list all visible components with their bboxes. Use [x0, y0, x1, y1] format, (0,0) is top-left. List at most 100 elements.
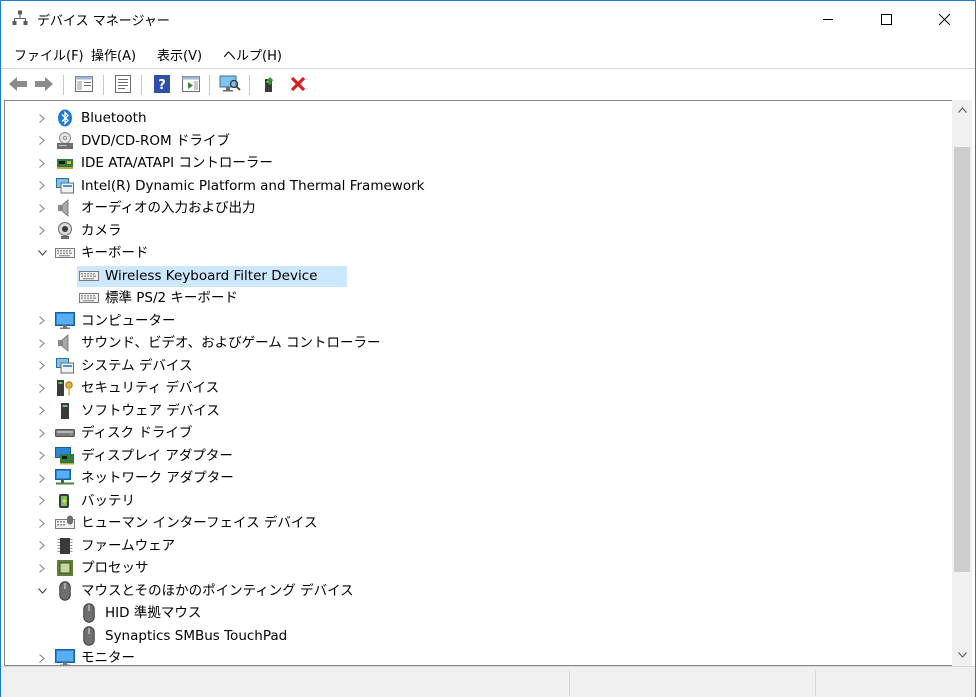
chevron-right-icon[interactable]: [36, 512, 48, 534]
tree-device[interactable]: 標準 PS/2 キーボード: [5, 287, 945, 309]
vertical-scrollbar[interactable]: [952, 100, 972, 666]
security-key-icon: [55, 378, 75, 398]
properties-icon[interactable]: [111, 72, 135, 96]
chevron-right-icon[interactable]: [36, 220, 48, 242]
tree-device[interactable]: Synaptics SMBus TouchPad: [5, 625, 945, 647]
ide-controller-icon: [55, 153, 75, 173]
tree-category[interactable]: プロセッサ: [5, 557, 945, 579]
chevron-right-icon[interactable]: [36, 355, 48, 377]
keyboard-icon: [79, 266, 99, 286]
tree-category[interactable]: オーディオの入力および出力: [5, 197, 945, 219]
tree-category[interactable]: Intel(R) Dynamic Platform and Thermal Fr…: [5, 175, 945, 197]
chevron-right-icon[interactable]: [36, 107, 48, 129]
monitor-icon: [55, 648, 75, 665]
uninstall-device-icon[interactable]: [286, 72, 310, 96]
scrollbar-thumb[interactable]: [954, 147, 970, 572]
show-hide-console-tree-icon[interactable]: [72, 72, 96, 96]
toolbar-separator: [103, 75, 104, 95]
tree-item-label: HID 準拠マウス: [105, 605, 202, 621]
tree-item-label: 標準 PS/2 キーボード: [105, 290, 238, 306]
tree-category[interactable]: IDE ATA/ATAPI コントローラー: [5, 152, 945, 174]
tree-item-label: カメラ: [81, 222, 122, 239]
back-icon[interactable]: [6, 72, 30, 96]
tree-device[interactable]: Wireless Keyboard Filter Device: [5, 265, 945, 287]
scroll-up-arrow-icon[interactable]: [952, 101, 972, 118]
device-manager-window: デバイス マネージャー ファイル(F) 操作(A) 表示(V) ヘルプ(H) ?…: [0, 0, 976, 697]
chevron-down-icon[interactable]: [36, 242, 48, 264]
tree-item-label: ディスク ドライブ: [81, 425, 193, 441]
tree-item-label: サウンド、ビデオ、およびゲーム コントローラー: [81, 335, 381, 351]
tree-item-label: コンピューター: [81, 312, 176, 329]
maximize-button[interactable]: [857, 0, 915, 38]
tree-category[interactable]: バッテリ: [5, 490, 945, 512]
tree-category[interactable]: サウンド、ビデオ、およびゲーム コントローラー: [5, 332, 945, 354]
tree-category[interactable]: ヒューマン インターフェイス デバイス: [5, 512, 945, 534]
tree-item-label: ソフトウェア デバイス: [81, 402, 220, 419]
forward-icon[interactable]: [32, 72, 56, 96]
toolbar-separator: [249, 75, 250, 95]
chevron-right-icon[interactable]: [36, 400, 48, 422]
display-adapter-icon: [55, 446, 75, 466]
title-bar[interactable]: デバイス マネージャー: [1, 0, 975, 38]
chevron-right-icon[interactable]: [36, 647, 48, 665]
tree-item-label: DVD/CD-ROM ドライブ: [81, 132, 230, 149]
menu-help[interactable]: ヘルプ(H): [223, 45, 282, 64]
tree-item-label: オーディオの入力および出力: [81, 200, 256, 216]
tree-category[interactable]: ファームウェア: [5, 535, 945, 557]
chevron-right-icon[interactable]: [36, 197, 48, 219]
processor-icon: [55, 558, 75, 578]
tree-category[interactable]: ソフトウェア デバイス: [5, 400, 945, 422]
close-button[interactable]: [915, 0, 973, 38]
tree-item-label: IDE ATA/ATAPI コントローラー: [81, 155, 273, 171]
chevron-right-icon[interactable]: [36, 422, 48, 444]
device-tree: Bluetooth DVD/CD-ROM ドライブ IDE ATA/ATAPI コン…: [5, 101, 953, 665]
firmware-icon: [55, 536, 75, 556]
chevron-right-icon[interactable]: [36, 310, 48, 332]
chevron-right-icon[interactable]: [36, 557, 48, 579]
tree-category[interactable]: マウスとそのほかのポインティング デバイス: [5, 580, 945, 602]
menu-view[interactable]: 表示(V): [157, 45, 202, 64]
tree-category[interactable]: ディスク ドライブ: [5, 422, 945, 444]
chevron-right-icon[interactable]: [36, 130, 48, 152]
chevron-right-icon[interactable]: [36, 332, 48, 354]
tree-category[interactable]: セキュリティ デバイス: [5, 377, 945, 399]
chevron-right-icon[interactable]: [36, 175, 48, 197]
tree-category[interactable]: コンピューター: [5, 310, 945, 332]
chevron-down-icon[interactable]: [36, 580, 48, 602]
chevron-right-icon[interactable]: [36, 152, 48, 174]
system-device-icon: [55, 176, 75, 196]
minimize-button[interactable]: [799, 0, 857, 38]
tree-category[interactable]: キーボード: [5, 242, 945, 264]
action-pane-icon[interactable]: [179, 72, 203, 96]
chevron-right-icon[interactable]: [36, 467, 48, 489]
system-device-icon: [55, 356, 75, 376]
menu-file[interactable]: ファイル(F): [14, 45, 84, 64]
tree-category[interactable]: モニター: [5, 647, 945, 665]
menu-action[interactable]: 操作(A): [91, 45, 136, 64]
chevron-right-icon[interactable]: [36, 535, 48, 557]
scan-hardware-icon[interactable]: [218, 72, 242, 96]
tree-category[interactable]: ネットワーク アダプター: [5, 467, 945, 489]
tree-category[interactable]: Bluetooth: [5, 107, 945, 129]
status-pane: [815, 670, 973, 696]
menu-bar: ファイル(F) 操作(A) 表示(V) ヘルプ(H): [1, 42, 975, 64]
mouse-icon: [79, 625, 99, 646]
software-device-icon: [55, 401, 75, 421]
chevron-right-icon[interactable]: [36, 377, 48, 399]
toolbar-separator: [209, 75, 210, 95]
svg-text:?: ?: [158, 78, 166, 93]
tree-category[interactable]: DVD/CD-ROM ドライブ: [5, 130, 945, 152]
tree-item-label: ディスプレイ アダプター: [81, 447, 233, 464]
tree-category[interactable]: システム デバイス: [5, 355, 945, 377]
tree-category[interactable]: カメラ: [5, 220, 945, 242]
device-tree-view[interactable]: Bluetooth DVD/CD-ROM ドライブ IDE ATA/ATAPI コン…: [4, 100, 972, 666]
toolbar-separator: [141, 75, 142, 95]
scroll-down-arrow-icon[interactable]: [952, 646, 972, 663]
chevron-right-icon[interactable]: [36, 490, 48, 512]
help-icon[interactable]: ?: [150, 72, 174, 96]
speaker-icon: [55, 333, 75, 353]
tree-category[interactable]: ディスプレイ アダプター: [5, 445, 945, 467]
update-driver-icon[interactable]: [258, 72, 282, 96]
chevron-right-icon[interactable]: [36, 445, 48, 467]
tree-device[interactable]: HID 準拠マウス: [5, 602, 945, 624]
